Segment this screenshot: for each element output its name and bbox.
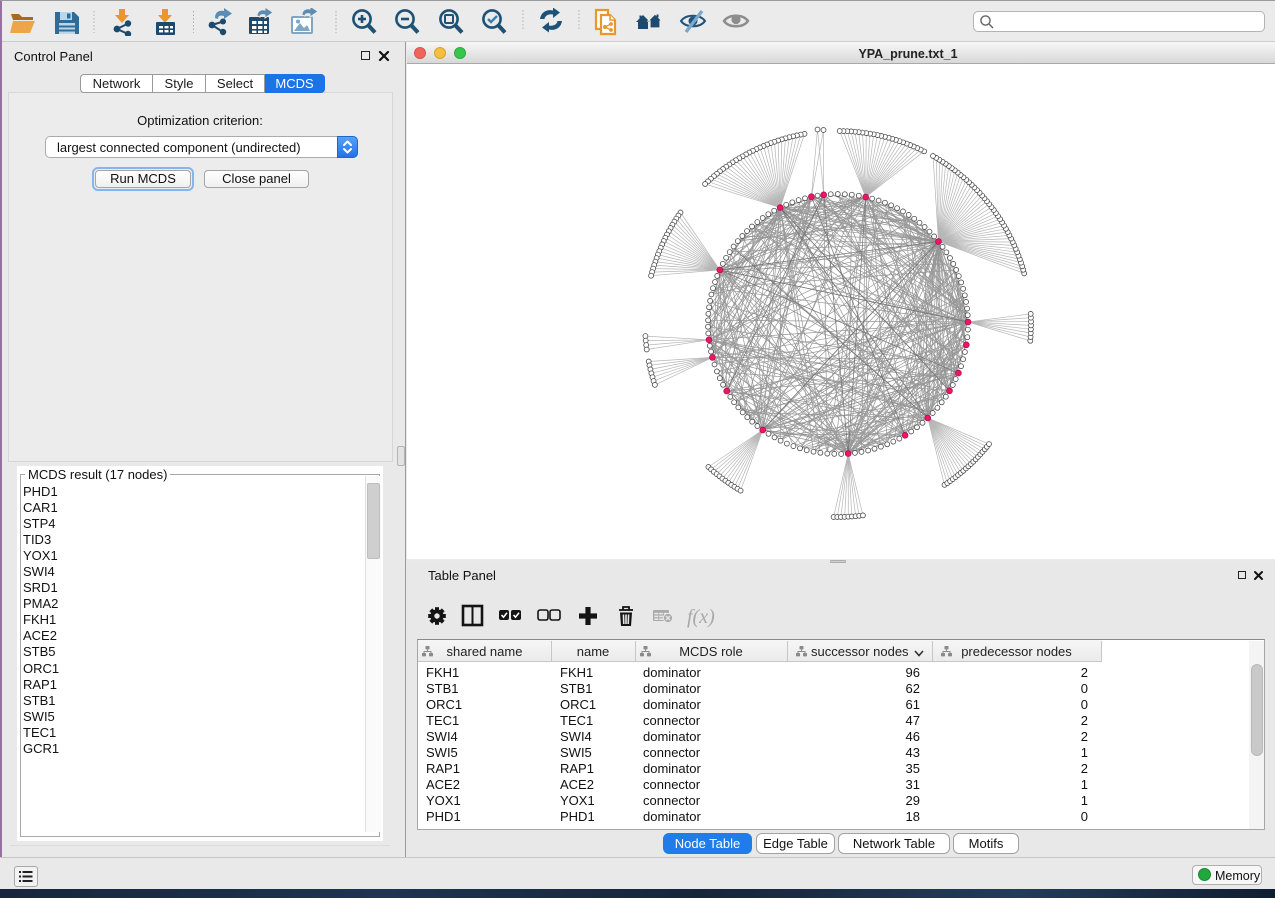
svg-text:f(x): f(x) [687, 606, 715, 628]
